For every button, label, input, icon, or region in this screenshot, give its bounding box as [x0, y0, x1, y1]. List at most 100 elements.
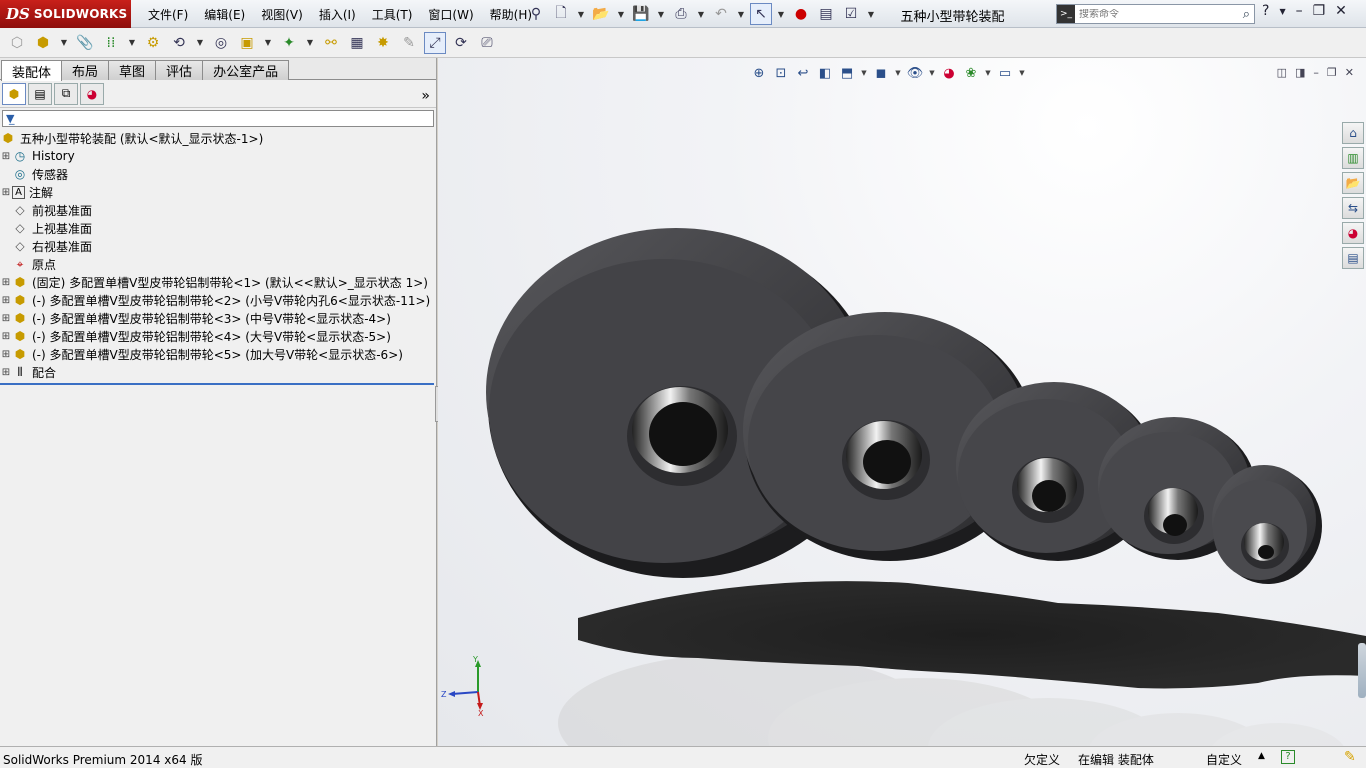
new-document-icon[interactable]: 🗋 [550, 3, 572, 25]
menu-file[interactable]: 文件(F) [140, 6, 196, 23]
search-input[interactable] [1079, 8, 1219, 20]
status-help-icon[interactable]: ? [1281, 750, 1295, 764]
save-icon[interactable]: 💾 [630, 3, 652, 25]
features-dropdown-icon[interactable]: ▼ [262, 32, 274, 54]
expand-panel-icon[interactable]: » [421, 88, 430, 104]
tree-item-top-plane[interactable]: ◇ 上视基准面 [0, 219, 436, 237]
tree-end-marker[interactable] [0, 383, 434, 385]
feature-manager-tab-icon[interactable]: ⬢ [2, 82, 26, 105]
zoom-to-fit-icon[interactable]: ⊕ [750, 64, 768, 82]
tree-item-history[interactable]: ⊞ ◷ History [0, 147, 436, 165]
file-explorer-icon[interactable]: 📂 [1342, 172, 1364, 194]
pulley-model-view[interactable] [438, 58, 1366, 746]
restore-icon[interactable]: ❐ [1313, 3, 1326, 19]
filter-icon[interactable]: ▼̲ [6, 112, 14, 125]
update-speedpak-icon[interactable]: ⟳ [450, 32, 472, 54]
new-dropdown-icon[interactable]: ▼ [575, 3, 587, 25]
apply-scene-icon[interactable]: ❀ [962, 64, 980, 82]
reference-geometry-icon[interactable]: ✦ [278, 32, 300, 54]
expand-icon[interactable]: ⊞ [0, 187, 12, 198]
home-icon[interactable]: ⌂ [1342, 122, 1364, 144]
tree-item-right-plane[interactable]: ◇ 右视基准面 [0, 237, 436, 255]
view-settings-dropdown-icon[interactable]: ▼ [1018, 64, 1026, 82]
hide-show-items-icon[interactable]: 👁 [906, 64, 924, 82]
new-part-dropdown-icon[interactable]: ▼ [58, 32, 70, 54]
menu-edit[interactable]: 编辑(E) [196, 6, 253, 23]
move-component-icon[interactable]: ⟲ [168, 32, 190, 54]
tab-assembly[interactable]: 装配体 [1, 60, 63, 81]
explode-line-sketch-icon[interactable]: ✎ [398, 32, 420, 54]
bill-of-materials-icon[interactable]: ▦ [346, 32, 368, 54]
select-dropdown-icon[interactable]: ▼ [775, 3, 787, 25]
move-dropdown-icon[interactable]: ▼ [194, 32, 206, 54]
print-icon[interactable]: ⎙ [670, 3, 692, 25]
take-snapshot-icon[interactable]: ⎚ [476, 32, 498, 54]
viewport-restore-icon[interactable]: ❐ [1327, 66, 1337, 79]
previous-view-icon[interactable]: ↩ [794, 64, 812, 82]
expand-icon[interactable]: ⊞ [0, 367, 12, 378]
options-dropdown-icon[interactable]: ▼ [865, 3, 877, 25]
open-dropdown-icon[interactable]: ▼ [615, 3, 627, 25]
pulley-5[interactable] [1212, 465, 1322, 584]
menu-insert[interactable]: 插入(I) [311, 6, 364, 23]
save-dropdown-icon[interactable]: ▼ [655, 3, 667, 25]
units-dropdown-icon[interactable]: ▲ [1258, 751, 1265, 761]
configuration-manager-tab-icon[interactable]: ⧉ [54, 82, 78, 105]
custom-properties-icon[interactable]: ▤ [1342, 247, 1364, 269]
appearances-icon[interactable]: ◕ [1342, 222, 1364, 244]
reference-dropdown-icon[interactable]: ▼ [304, 32, 316, 54]
search-icon[interactable]: ⌕ [1243, 7, 1250, 22]
tree-item-origin[interactable]: ⌖ 原点 [0, 255, 436, 273]
menu-window[interactable]: 窗口(W) [420, 6, 481, 23]
display-manager-tab-icon[interactable]: ◕ [80, 82, 104, 105]
undo-dropdown-icon[interactable]: ▼ [735, 3, 747, 25]
hide-show-dropdown-icon[interactable]: ▼ [928, 64, 936, 82]
undo-icon[interactable]: ↶ [710, 3, 732, 25]
smart-fasteners-icon[interactable]: ⚙ [142, 32, 164, 54]
tree-item-component-4[interactable]: ⊞ ⬢ (-) 多配置单槽V型皮带轮铝制带轮<4> (大号V带轮<显示状态-5>… [0, 327, 436, 345]
view-orientation-dropdown-icon[interactable]: ▼ [860, 64, 868, 82]
apply-scene-dropdown-icon[interactable]: ▼ [984, 64, 992, 82]
new-part-icon[interactable]: ⬢ [32, 32, 54, 54]
display-style-dropdown-icon[interactable]: ▼ [894, 64, 902, 82]
new-motion-study-icon[interactable]: ⚯ [320, 32, 342, 54]
print-dropdown-icon[interactable]: ▼ [695, 3, 707, 25]
help-dropdown-icon[interactable]: ▼ [1279, 7, 1285, 16]
tree-item-component-5[interactable]: ⊞ ⬢ (-) 多配置单槽V型皮带轮铝制带轮<5> (加大号V带轮<显示状态-6… [0, 345, 436, 363]
tab-layout[interactable]: 布局 [61, 60, 110, 80]
pattern-dropdown-icon[interactable]: ▼ [126, 32, 138, 54]
mate-icon[interactable]: 📎 [74, 32, 96, 54]
command-search[interactable]: >_ ⌕ [1056, 4, 1255, 24]
viewport-scroll-handle[interactable] [1358, 643, 1366, 698]
tab-evaluate[interactable]: 评估 [155, 60, 204, 80]
exploded-view-icon[interactable]: ✸ [372, 32, 394, 54]
select-pointer-icon[interactable]: ↖ [750, 3, 772, 25]
view-palette-icon[interactable]: ⇆ [1342, 197, 1364, 219]
tree-item-front-plane[interactable]: ◇ 前视基准面 [0, 201, 436, 219]
rebuild-traffic-light-icon[interactable]: ● [790, 3, 812, 25]
graphics-viewport[interactable]: ⊕ ⊡ ↩ ◧ ⬒ ▼ ◼ ▼ 👁 ▼ ◕ ❀ ▼ ▭ ▼ ◫ ◨ – ❐ ✕ … [438, 58, 1366, 746]
view-settings-icon[interactable]: ▭ [996, 64, 1014, 82]
expand-icon[interactable]: ⊞ [0, 349, 12, 360]
property-manager-tab-icon[interactable]: ▤ [28, 82, 52, 105]
tab-office-products[interactable]: 办公室产品 [202, 60, 290, 80]
tree-item-annotations[interactable]: ⊞ A 注解 [0, 183, 436, 201]
expand-icon[interactable]: ⊞ [0, 313, 12, 324]
notification-icon[interactable]: ✎ [1344, 749, 1356, 765]
tree-item-component-1[interactable]: ⊞ ⬢ (固定) 多配置单槽V型皮带轮铝制带轮<1> (默认<<默认>_显示状态… [0, 273, 436, 291]
close-icon[interactable]: ✕ [1335, 3, 1347, 19]
display-style-icon[interactable]: ◼ [872, 64, 890, 82]
tree-root[interactable]: ⬢ 五种小型带轮装配 (默认<默认_显示状态-1>) [0, 129, 436, 147]
tree-item-mates[interactable]: ⊞ ⫴ 配合 [0, 363, 436, 381]
design-library-icon[interactable]: ▥ [1342, 147, 1364, 169]
viewport-split-icon[interactable]: ◨ [1295, 66, 1305, 79]
tree-item-component-3[interactable]: ⊞ ⬢ (-) 多配置单槽V型皮带轮铝制带轮<3> (中号V带轮<显示状态-4>… [0, 309, 436, 327]
expand-icon[interactable]: ⊞ [0, 151, 12, 162]
file-properties-icon[interactable]: ▤ [815, 3, 837, 25]
zoom-to-area-icon[interactable]: ⊡ [772, 64, 790, 82]
tree-item-sensors[interactable]: ◎ 传感器 [0, 165, 436, 183]
expand-icon[interactable]: ⊞ [0, 277, 12, 288]
pin-icon[interactable]: ⚲ [525, 3, 547, 25]
tree-filter[interactable]: ▼̲ [2, 110, 434, 127]
minimize-icon[interactable]: – [1296, 3, 1303, 19]
